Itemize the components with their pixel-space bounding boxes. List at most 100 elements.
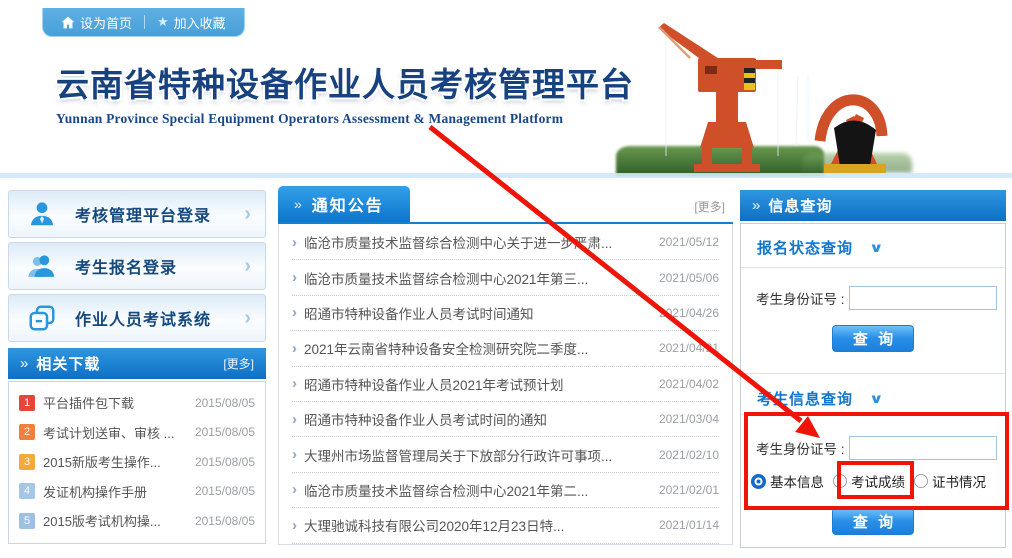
notice-item: › 2021年云南省特种设备安全检测研究院二季度... 2021/04/21 bbox=[292, 331, 719, 366]
download-item: 3 2015新版考生操作... 2015/08/05 bbox=[19, 447, 255, 477]
chevron-right-icon: › bbox=[244, 308, 251, 328]
section-candidate-info[interactable]: 考生信息查询 ∨ bbox=[757, 388, 882, 409]
menu-candidate-signup-login-label: 考生报名登录 bbox=[75, 254, 244, 278]
tab-underline bbox=[278, 222, 733, 224]
cloud-illustration bbox=[560, 0, 650, 12]
separator bbox=[741, 414, 1005, 415]
notices-list: › 临沧市质量技术监督综合检测中心关于进一步严肃... 2021/05/12 ›… bbox=[278, 224, 733, 545]
notices-more-link[interactable]: [更多] bbox=[694, 198, 725, 215]
download-link[interactable]: 2015新版考生操作... bbox=[43, 452, 189, 471]
downloads-title: 相关下载 bbox=[36, 353, 223, 374]
download-link[interactable]: 2015版考试机构操... bbox=[43, 511, 189, 530]
item-arrow-icon: › bbox=[292, 482, 297, 497]
query-button[interactable]: 查 询 bbox=[832, 325, 914, 352]
notice-item: › 大理州市场监督管理局关于下放部分行政许可事项... 2021/02/10 bbox=[292, 437, 719, 472]
notice-link[interactable]: 昭通市特种设备作业人员考试时间通知 bbox=[304, 303, 651, 323]
query-button[interactable]: 查 询 bbox=[832, 508, 914, 535]
notice-date: 2021/01/14 bbox=[659, 518, 719, 532]
item-arrow-icon: › bbox=[292, 412, 297, 427]
notice-link[interactable]: 临沧市质量技术监督综合检测中心2021年第三... bbox=[304, 268, 651, 288]
section-registration-status[interactable]: 报名状态查询 ∨ bbox=[757, 237, 882, 258]
notice-link[interactable]: 大理州市场监督管理局关于下放部分行政许可事项... bbox=[304, 445, 651, 465]
menu-platform-login-label: 考核管理平台登录 bbox=[75, 202, 244, 226]
downloads-more-link[interactable]: [更多] bbox=[223, 355, 254, 372]
rank-badge: 3 bbox=[19, 454, 35, 470]
notice-date: 2021/02/10 bbox=[659, 448, 719, 462]
notice-item: › 昭通市特种设备作业人员考试时间的通知 2021/03/04 bbox=[292, 402, 719, 437]
radio-basic-info[interactable] bbox=[751, 474, 766, 489]
download-item: 1 平台插件包下载 2015/08/05 bbox=[19, 388, 255, 418]
notice-item: › 大理驰诚科技有限公司2020年12月23日特... 2021/01/14 bbox=[292, 508, 719, 543]
item-arrow-icon: › bbox=[292, 518, 297, 533]
notice-link[interactable]: 昭通市特种设备作业人员2021年考试预计划 bbox=[304, 374, 651, 394]
notice-link[interactable]: 2021年云南省特种设备安全检测研究院二季度... bbox=[304, 338, 651, 358]
tab-notices[interactable]: » 通知公告 bbox=[278, 186, 410, 222]
item-arrow-icon: › bbox=[292, 305, 297, 320]
rank-badge: 4 bbox=[19, 483, 35, 499]
chevron-right-icon: › bbox=[244, 204, 251, 224]
info-query-section: » 信息查询 报名状态查询 ∨ 考生身份证号 : 查 询 考生信息查询 ∨ bbox=[740, 190, 1006, 548]
quicklinks-divider bbox=[144, 15, 145, 29]
site-title-block: 云南省特种设备作业人员考核管理平台 Yunnan Province Specia… bbox=[56, 58, 634, 127]
separator bbox=[741, 373, 1005, 374]
radio-certificate-status-label[interactable]: 证书情况 bbox=[932, 471, 986, 491]
section-heading: 考生信息查询 bbox=[757, 388, 853, 409]
menu-platform-login[interactable]: 考核管理平台登录 › bbox=[8, 190, 266, 238]
chevron-down-icon: ∨ bbox=[869, 391, 884, 407]
site-subtitle: Yunnan Province Special Equipment Operat… bbox=[56, 111, 634, 127]
id-number-input[interactable] bbox=[849, 436, 997, 460]
notice-item: › 临沧市质量技术监督综合检测中心关于进一步严肃... 2021/05/12 bbox=[292, 225, 719, 260]
notice-link[interactable]: 临沧市质量技术监督综合检测中心关于进一步严肃... bbox=[304, 232, 651, 252]
add-favorites-label: 加入收藏 bbox=[174, 13, 226, 32]
download-date: 2015/08/05 bbox=[195, 425, 255, 439]
double-arrow-icon: » bbox=[294, 196, 302, 212]
id-number-label: 考生身份证号 : bbox=[756, 438, 845, 458]
notice-date: 2021/05/12 bbox=[659, 235, 719, 249]
download-link[interactable]: 发证机构操作手册 bbox=[43, 482, 189, 501]
notice-link[interactable]: 大理驰诚科技有限公司2020年12月23日特... bbox=[304, 515, 651, 535]
notices-section: » 通知公告 [更多] › 临沧市质量技术监督综合检测中心关于进一步严肃... … bbox=[278, 186, 733, 545]
notice-item: › 临沧市质量技术监督综合检测中心2021年第二... 2021/02/01 bbox=[292, 473, 719, 508]
downloads-header: » 相关下载 [更多] bbox=[8, 348, 266, 379]
downloads-list: 1 平台插件包下载 2015/08/05 2 考试计划送审、审核 ... 201… bbox=[8, 381, 266, 544]
set-homepage-link[interactable]: 设为首页 bbox=[61, 13, 132, 32]
id-number-row: 考生身份证号 : bbox=[756, 286, 997, 310]
two-users-icon bbox=[9, 251, 75, 281]
quick-links-bar: 设为首页 ★ 加入收藏 bbox=[42, 8, 245, 37]
download-link[interactable]: 考试计划送审、审核 ... bbox=[43, 423, 189, 442]
header-bottom-strip bbox=[0, 173, 1012, 178]
rank-badge: 5 bbox=[19, 513, 35, 529]
left-sidebar: 考核管理平台登录 › 考生报名登录 › 作业人员考试系统 bbox=[8, 190, 266, 544]
notice-link[interactable]: 昭通市特种设备作业人员考试时间的通知 bbox=[304, 409, 651, 429]
menu-exam-system-label: 作业人员考试系统 bbox=[75, 306, 244, 330]
notice-item: › 临沧市质量技术监督综合检测中心2021年第三... 2021/05/06 bbox=[292, 260, 719, 295]
single-user-icon bbox=[9, 199, 75, 229]
radio-certificate-status[interactable] bbox=[914, 474, 928, 488]
menu-exam-system[interactable]: 作业人员考试系统 › bbox=[8, 294, 266, 342]
add-favorites-link[interactable]: ★ 加入收藏 bbox=[157, 13, 226, 32]
download-link[interactable]: 平台插件包下载 bbox=[43, 393, 189, 412]
download-date: 2015/08/05 bbox=[195, 396, 255, 410]
id-number-row: 考生身份证号 : bbox=[756, 436, 997, 460]
notice-date: 2021/04/21 bbox=[659, 341, 719, 355]
id-number-label: 考生身份证号 : bbox=[756, 288, 845, 308]
id-number-input[interactable] bbox=[849, 286, 997, 310]
notices-title: 通知公告 bbox=[312, 192, 384, 216]
star-icon: ★ bbox=[157, 14, 169, 30]
notice-link[interactable]: 临沧市质量技术监督综合检测中心2021年第二... bbox=[304, 480, 651, 500]
item-arrow-icon: › bbox=[292, 270, 297, 285]
notice-date: 2021/02/01 bbox=[659, 483, 719, 497]
radio-exam-score-label[interactable]: 考试成绩 bbox=[851, 471, 905, 491]
menu-candidate-signup-login[interactable]: 考生报名登录 › bbox=[8, 242, 266, 290]
site-title: 云南省特种设备作业人员考核管理平台 bbox=[56, 58, 634, 106]
section-heading: 报名状态查询 bbox=[757, 237, 853, 258]
radio-basic-info-label[interactable]: 基本信息 bbox=[770, 471, 824, 491]
download-item: 5 2015版考试机构操... 2015/08/05 bbox=[19, 506, 255, 536]
separator bbox=[741, 267, 1005, 268]
info-query-header: » 信息查询 bbox=[740, 190, 1006, 221]
page: 设为首页 ★ 加入收藏 云南省特种设备作业人员考核管理平台 Yunnan Pro… bbox=[0, 0, 1012, 558]
radio-exam-score[interactable] bbox=[833, 474, 847, 488]
download-date: 2015/08/05 bbox=[195, 455, 255, 469]
item-arrow-icon: › bbox=[292, 447, 297, 462]
download-item: 2 考试计划送审、审核 ... 2015/08/05 bbox=[19, 418, 255, 448]
